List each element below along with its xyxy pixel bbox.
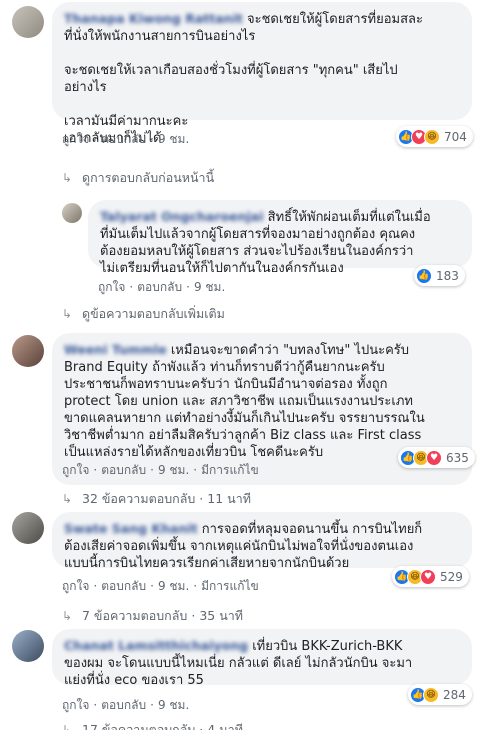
avatar[interactable] (12, 630, 44, 662)
love-reaction-icon: ♥ (426, 449, 442, 466)
like-link[interactable]: ถูกใจ (62, 132, 89, 146)
comment-actions: ถูกใจ · ตอบกลับ · 9 ชม. (98, 280, 226, 294)
comment-time[interactable]: 9 ชม. (158, 463, 189, 477)
reaction-count: 529 (440, 569, 463, 584)
comment-time[interactable]: 9 ชม. (158, 132, 189, 146)
comment-bubble: Talyarat Ongcharoenjai สิทธิ์ให้พักผ่อนเ… (88, 200, 472, 276)
reply-arrow-icon: ↳ (62, 723, 73, 730)
comment-text-first: เหมือนจะขาดคำว่า "บทลงโทษ" ไปนะครับ (170, 343, 410, 358)
comment-text-first: จะชดเชยให้ผู้โดยสารที่ยอมสละ (246, 12, 423, 27)
reaction-summary[interactable]: 👍 ♥ 😆 704 (396, 126, 473, 147)
avatar[interactable] (12, 6, 44, 38)
comment-author[interactable]: Chanat Lamsitthichaiyong (64, 638, 248, 653)
reaction-count: 284 (443, 687, 466, 702)
comment-author[interactable]: Swate Sang Khanit (64, 521, 198, 536)
view-replies[interactable]: ↳ 32 ข้อความตอบกลับ · 11 นาที (62, 489, 251, 509)
comment-time[interactable]: 9 ชม. (158, 698, 189, 712)
like-link[interactable]: ถูกใจ (98, 280, 125, 294)
reaction-count: 183 (436, 268, 459, 283)
reaction-summary[interactable]: 👍 183 (414, 265, 465, 286)
reply-link[interactable]: ตอบกลับ (101, 132, 146, 146)
comment-author[interactable]: Weeni Tummle (64, 342, 167, 357)
comment-text-first: การจอดที่หลุมจอดนานขึ้น การบินไทยก็ (201, 522, 423, 537)
comment-text: Brand Equity ถ้าพังแล้ว ท่านก็ทราบดีว่าก… (64, 360, 425, 460)
reply-arrow-icon: ↳ (62, 171, 73, 185)
comment-text: ที่มันเต็มไปแล้วจากผู้โดยสารที่จองมาอย่า… (100, 227, 416, 276)
reaction-count: 635 (446, 450, 469, 465)
comment-time[interactable]: 9 ชม. (158, 579, 189, 593)
comment-actions: ถูกใจ · ตอบกลับ · 9 ชม. · มีการแก้ไข (62, 463, 259, 477)
reply-arrow-icon: ↳ (62, 307, 73, 321)
comment-actions: ถูกใจ · ตอบกลับ · 9 ชม. (62, 698, 190, 712)
comment-bubble: Thanapa Kiwong Rattanit จะชดเชยให้ผู้โดย… (52, 2, 472, 146)
reply-arrow-icon: ↳ (62, 492, 73, 506)
comment-text: ของผม จะโดนแบบนี้ไหมเนี่ย กลัวแต่ ดีเลย์… (64, 656, 413, 688)
avatar[interactable] (12, 335, 44, 367)
view-replies[interactable]: ↳ 7 ข้อความตอบกลับ · 35 นาที (62, 606, 243, 626)
like-reaction-icon: 👍 (416, 267, 432, 284)
reaction-count: 704 (444, 129, 467, 144)
view-replies[interactable]: ↳ 17 ข้อความตอบกลับ · 4 นาที (62, 720, 243, 730)
view-more-replies[interactable]: ↳ ดูข้อความตอบกลับเพิ่มเติม (62, 304, 225, 324)
edited-label[interactable]: มีการแก้ไข (201, 463, 259, 477)
comment-time[interactable]: 9 ชม. (194, 280, 225, 294)
reaction-summary[interactable]: 👍 😆 284 (408, 684, 472, 705)
love-reaction-icon: ♥ (420, 568, 436, 585)
reaction-summary[interactable]: 👍 😆 ♥ 635 (398, 447, 475, 468)
comment-actions: ถูกใจ · ตอบกลับ · 9 ชม. · มีการแก้ไข (62, 579, 259, 593)
comment-author[interactable]: Talyarat Ongcharoenjai (100, 209, 264, 224)
haha-reaction-icon: 😆 (423, 686, 439, 703)
avatar[interactable] (62, 203, 82, 223)
like-link[interactable]: ถูกใจ (62, 463, 89, 477)
reply-link[interactable]: ตอบกลับ (101, 698, 146, 712)
comment-bubble: Chanat Lamsitthichaiyong เที่ยวบิน BKK-Z… (52, 629, 472, 688)
reaction-summary[interactable]: 👍 😆 ♥ 529 (392, 566, 469, 587)
comment-text-first: สิทธิ์ให้พักผ่อนเต็มที่แต่ในเมื่อ (267, 210, 431, 225)
edited-label[interactable]: มีการแก้ไข (201, 579, 259, 593)
reply-link[interactable]: ตอบกลับ (101, 463, 146, 477)
comment-text: ต้องเสียค่าจอดเพิ่มขึ้น จากเหตุแค่นักบิน… (64, 539, 414, 571)
avatar[interactable] (12, 512, 44, 544)
haha-reaction-icon: 😆 (424, 128, 440, 145)
like-link[interactable]: ถูกใจ (62, 579, 89, 593)
view-previous-replies[interactable]: ↳ ดูการตอบกลับก่อนหน้านี้ (62, 168, 214, 188)
comment-text: ที่นั่งให้พนักงานสายการบินอย่างไร จะชดเช… (64, 29, 398, 146)
comment-actions: ถูกใจ · ตอบกลับ · 9 ชม. (62, 132, 190, 146)
reply-arrow-icon: ↳ (62, 609, 73, 623)
reply-link[interactable]: ตอบกลับ (137, 280, 182, 294)
comment-author[interactable]: Thanapa Kiwong Rattanit (64, 11, 243, 26)
comment-bubble: Swate Sang Khanit การจอดที่หลุมจอดนานขึ้… (52, 512, 472, 571)
reply-link[interactable]: ตอบกลับ (101, 579, 146, 593)
like-link[interactable]: ถูกใจ (62, 698, 89, 712)
comment-text-first: เที่ยวบิน BKK-Zurich-BKK (252, 639, 403, 654)
